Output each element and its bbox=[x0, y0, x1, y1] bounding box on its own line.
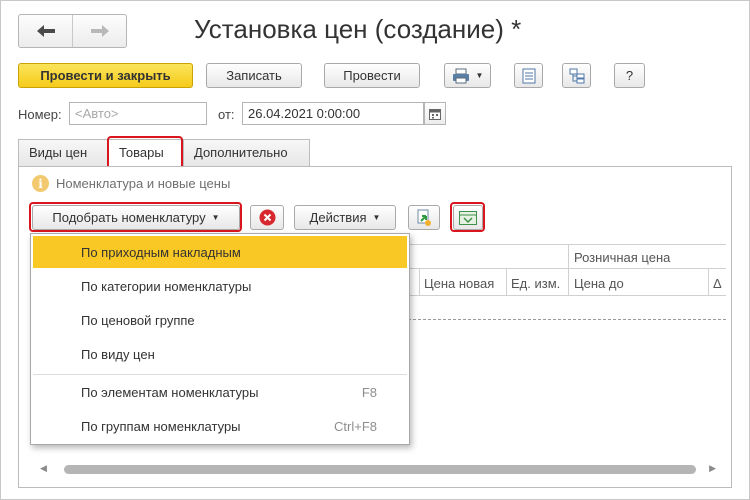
grid-row-separator bbox=[408, 319, 726, 320]
col-price-before[interactable]: Цена до bbox=[570, 272, 628, 295]
menu-item-category[interactable]: По категории номенклатуры bbox=[33, 270, 407, 302]
pick-items-menu: По приходным накладным По категории номе… bbox=[30, 233, 410, 445]
menu-separator bbox=[33, 374, 407, 375]
number-label: Номер: bbox=[18, 107, 62, 122]
hint-text: Номенклатура и новые цены bbox=[56, 176, 231, 191]
date-field[interactable]: 26.04.2021 0:00:00 bbox=[242, 102, 424, 125]
printer-icon bbox=[452, 68, 469, 83]
scrollbar-thumb[interactable] bbox=[64, 465, 696, 474]
menu-item-price-group[interactable]: По ценовой группе bbox=[33, 304, 407, 336]
grid-group-header: Розничная цена bbox=[574, 250, 671, 265]
delete-button[interactable] bbox=[250, 205, 284, 230]
menu-item-elements[interactable]: По элементам номенклатуры F8 bbox=[33, 376, 407, 408]
col-new-price[interactable]: Цена новая bbox=[420, 272, 498, 295]
arrow-left-icon bbox=[36, 25, 55, 37]
tab-highlight-box bbox=[107, 136, 183, 169]
arrow-right-icon bbox=[90, 25, 109, 37]
fill-highlight-box bbox=[450, 202, 485, 232]
import-icon bbox=[417, 209, 431, 226]
info-icon: i bbox=[32, 175, 49, 192]
col-unit[interactable]: Ед. изм. bbox=[507, 272, 564, 295]
tab-price-types[interactable]: Виды цен bbox=[18, 139, 108, 167]
back-button[interactable] bbox=[19, 15, 72, 47]
calendar-icon bbox=[429, 108, 441, 120]
forward-button[interactable] bbox=[73, 15, 126, 47]
actions-button[interactable]: Действия ▼ bbox=[294, 205, 396, 230]
menu-item-price-type[interactable]: По виду цен bbox=[33, 338, 407, 370]
calendar-button[interactable] bbox=[424, 102, 446, 125]
chevron-down-icon: ▼ bbox=[475, 71, 484, 80]
delete-icon bbox=[259, 209, 275, 226]
import-button[interactable] bbox=[408, 205, 440, 230]
pick-highlight-box bbox=[29, 202, 242, 232]
help-button[interactable]: ? bbox=[614, 63, 645, 88]
horizontal-scrollbar[interactable]: ◀ ▶ bbox=[36, 461, 720, 477]
structure-button[interactable] bbox=[562, 63, 591, 88]
menu-item-receipts[interactable]: По приходным накладным bbox=[33, 236, 407, 268]
report-button[interactable] bbox=[514, 63, 543, 88]
number-field[interactable]: <Авто> bbox=[69, 102, 207, 125]
hint-row: i Номенклатура и новые цены bbox=[32, 175, 230, 192]
shortcut-ctrl-f8: Ctrl+F8 bbox=[334, 418, 377, 434]
date-label: от: bbox=[218, 107, 235, 122]
page-title: Установка цен (создание) * bbox=[194, 14, 522, 44]
shortcut-f8: F8 bbox=[361, 384, 377, 400]
tab-additional[interactable]: Дополнительно bbox=[183, 139, 310, 167]
scroll-right-icon[interactable]: ▶ bbox=[709, 463, 716, 474]
document-list-icon bbox=[522, 68, 535, 83]
print-button[interactable]: ▼ bbox=[444, 63, 491, 88]
post-button[interactable]: Провести bbox=[324, 63, 420, 88]
actions-label: Действия bbox=[309, 210, 367, 225]
post-and-close-button[interactable]: Провести и закрыть bbox=[18, 63, 193, 88]
menu-item-groups[interactable]: По группам номенклатуры Ctrl+F8 bbox=[33, 410, 407, 442]
hierarchy-icon bbox=[569, 68, 584, 83]
save-button[interactable]: Записать bbox=[206, 63, 302, 88]
scroll-left-icon[interactable]: ◀ bbox=[40, 463, 47, 474]
nav-group bbox=[18, 14, 127, 48]
col-delta[interactable]: Δ bbox=[709, 272, 726, 295]
chevron-down-icon: ▼ bbox=[372, 213, 381, 222]
